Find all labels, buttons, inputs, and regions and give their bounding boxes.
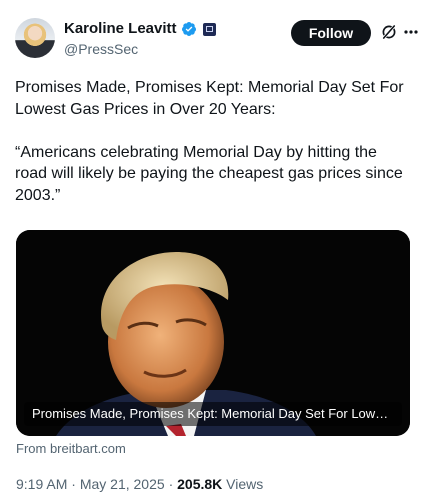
meta-separator: · (168, 476, 174, 492)
author-display-name[interactable]: Karoline Leavitt (64, 20, 177, 38)
link-card-caption: Promises Made, Promises Kept: Memorial D… (24, 402, 402, 426)
grok-icon[interactable] (380, 23, 398, 41)
tweet-header: Karoline Leavitt @PressSec Follow (15, 18, 418, 62)
tweet-time[interactable]: 9:19 AM (16, 476, 67, 492)
meta-separator: · (71, 476, 76, 492)
tweet-date[interactable]: May 21, 2025 (80, 476, 165, 492)
views-label: Views (226, 476, 264, 492)
author-handle[interactable]: @PressSec (64, 40, 138, 58)
link-card-source[interactable]: From breitbart.com (16, 441, 126, 457)
author-name-row: Karoline Leavitt (64, 20, 216, 38)
more-options-icon[interactable] (404, 30, 418, 34)
tweet-text: Promises Made, Promises Kept: Memorial D… (15, 77, 412, 228)
tweet-meta: 9:19 AM · May 21, 2025 · 205.8K Views (16, 475, 263, 493)
link-card[interactable]: Promises Made, Promises Kept: Memorial D… (16, 230, 410, 436)
verified-check-icon (181, 22, 196, 36)
avatar[interactable] (15, 18, 55, 58)
views-count[interactable]: 205.8K (177, 476, 222, 492)
government-badge-icon (202, 22, 216, 36)
tweet-paragraph: Promises Made, Promises Kept: Memorial D… (15, 79, 404, 118)
follow-button[interactable]: Follow (291, 20, 371, 46)
tweet-paragraph: “Americans celebrating Memorial Day by h… (15, 143, 403, 204)
